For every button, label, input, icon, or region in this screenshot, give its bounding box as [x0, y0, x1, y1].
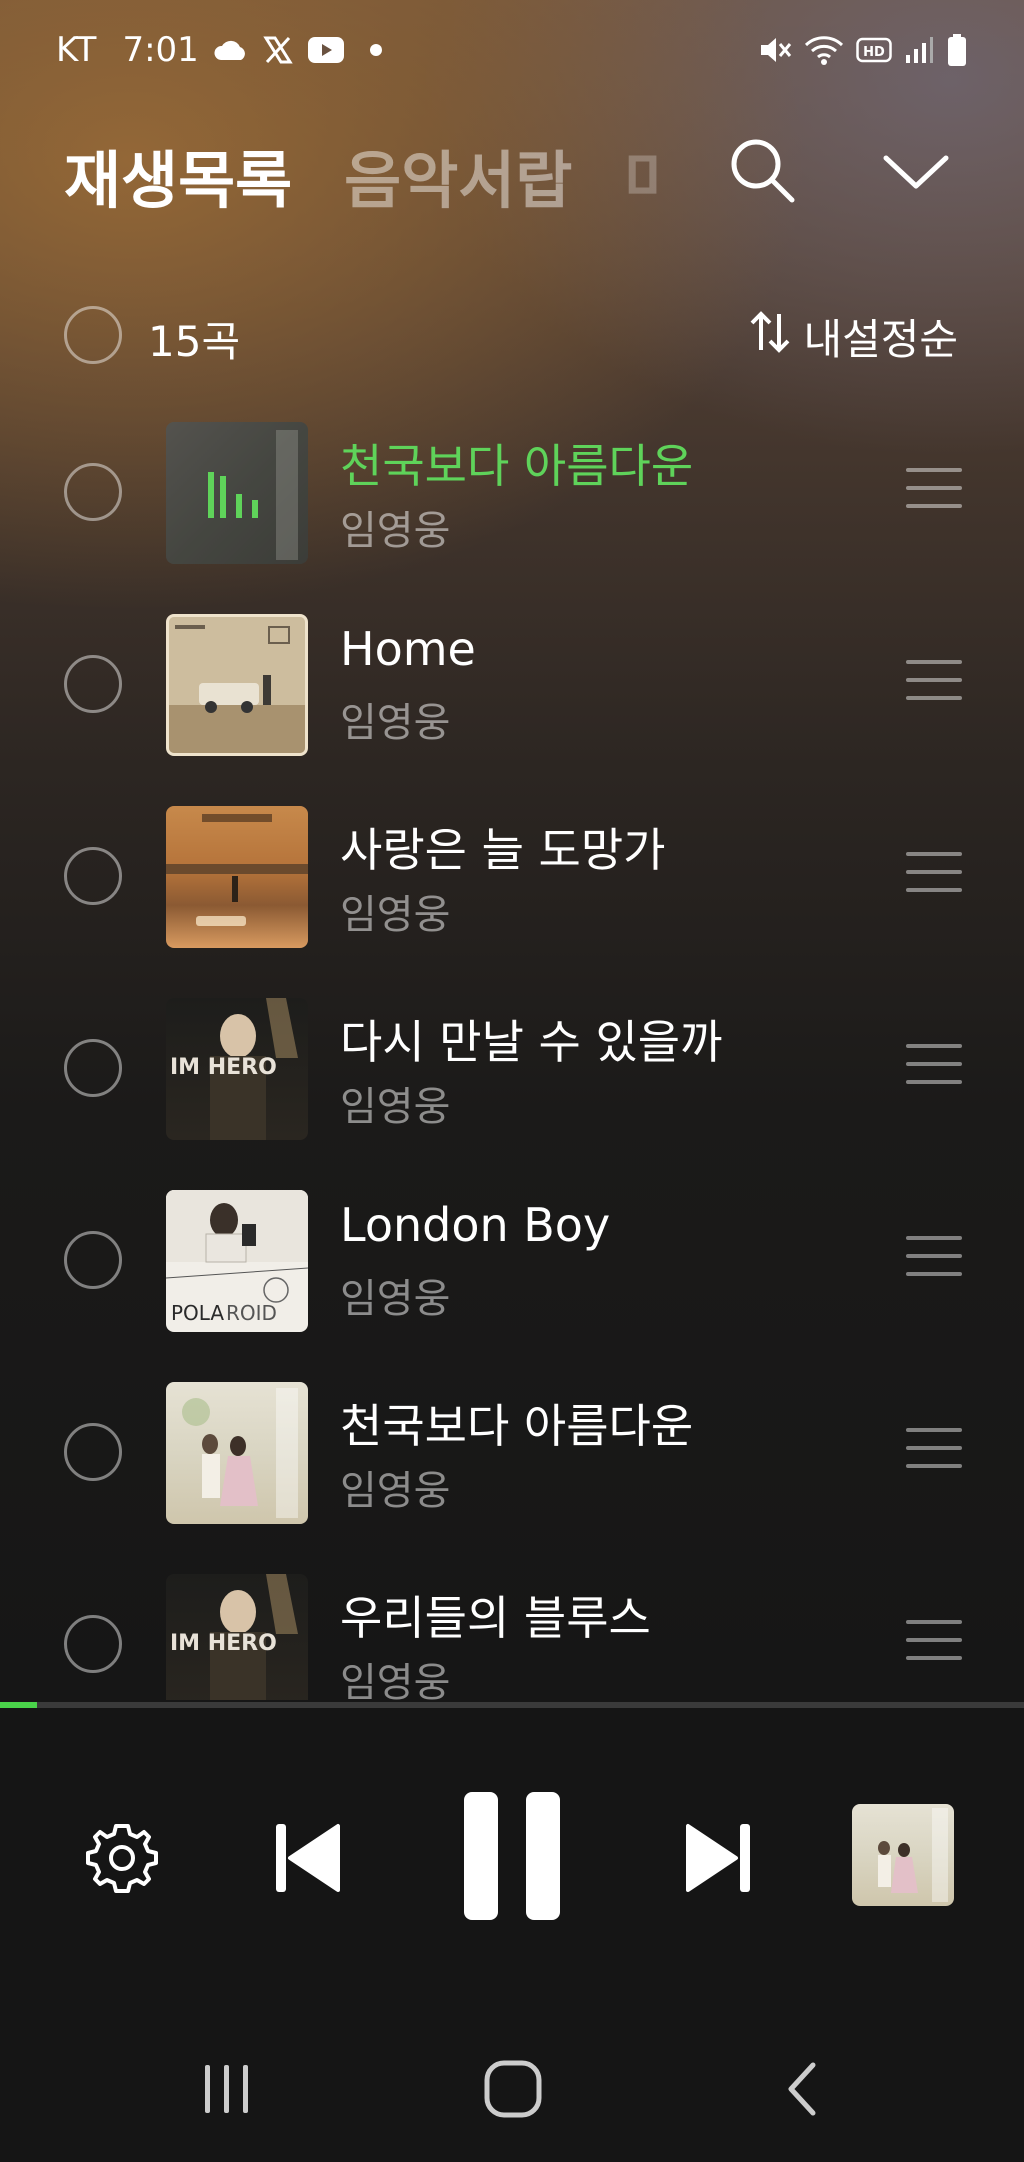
equalizer-bar [252, 500, 258, 518]
drag-handle-icon[interactable] [906, 1428, 962, 1472]
list-item[interactable]: 천국보다 아름다운 임영웅 [0, 402, 1024, 594]
select-checkbox[interactable] [64, 655, 122, 713]
list-item[interactable]: 사랑은 늘 도망가 임영웅 [0, 786, 1024, 978]
status-bar: KT 7:01 HD [0, 0, 1024, 100]
recents-icon[interactable] [187, 2054, 267, 2124]
settings-icon[interactable] [84, 1820, 160, 1896]
cloud-icon [213, 38, 249, 62]
album-art: IM HERO [166, 998, 308, 1140]
album-art [166, 806, 308, 948]
select-checkbox[interactable] [64, 463, 122, 521]
album-text: POLA [171, 1301, 224, 1325]
album-art [166, 1382, 308, 1524]
sort-label: 내설정순 [803, 315, 958, 364]
wifi-icon [804, 34, 844, 66]
next-icon[interactable] [680, 1816, 756, 1900]
album-art: IM HERO [166, 1574, 308, 1700]
song-artist: 임영웅 [340, 892, 451, 938]
song-count: 15곡 [148, 317, 241, 366]
drag-handle-icon[interactable] [906, 468, 962, 512]
equalizer-bar [208, 472, 214, 518]
now-playing-thumbnail[interactable] [852, 1804, 954, 1906]
song-title: 천국보다 아름다운 [340, 1399, 694, 1453]
drag-handle-icon[interactable] [906, 852, 962, 896]
song-title: 다시 만날 수 있을까 [340, 1015, 723, 1069]
list-item[interactable]: IM HERO 우리들의 블루스 임영웅 [0, 1554, 1024, 1700]
youtube-icon [307, 36, 345, 64]
tab-more[interactable]: 마 [624, 130, 664, 220]
equalizer-bar [236, 494, 242, 518]
album-art [166, 422, 308, 564]
search-icon[interactable] [728, 136, 798, 206]
player-controls [0, 1708, 1024, 1998]
tab-music-drawer[interactable]: 음악서랍 [344, 130, 572, 220]
mute-icon [758, 34, 792, 66]
chevron-down-icon[interactable] [880, 142, 952, 202]
drag-handle-icon[interactable] [906, 1620, 962, 1664]
song-artist: 임영웅 [340, 1276, 451, 1322]
select-all-checkbox[interactable] [64, 306, 122, 364]
album-text: IM HERO [170, 1631, 277, 1656]
song-artist: 임영웅 [340, 508, 451, 554]
tab-playlist[interactable]: 재생목록 [64, 130, 292, 220]
list-header: 15곡 내설정순 [0, 292, 1024, 378]
hd-icon: HD [856, 36, 892, 64]
song-artist: 임영웅 [340, 1660, 451, 1700]
song-title: 천국보다 아름다운 [340, 439, 694, 493]
song-title: Home [340, 622, 476, 676]
header-tabs: 재생목록 음악서랍 마 [0, 120, 1024, 230]
song-artist: 임영웅 [340, 1468, 451, 1514]
signal-icon [904, 35, 934, 65]
select-checkbox[interactable] [64, 1039, 122, 1097]
equalizer-bar [220, 476, 226, 518]
drag-handle-icon[interactable] [906, 1236, 962, 1280]
battery-icon [946, 33, 968, 67]
sort-button[interactable]: 내설정순 [749, 306, 958, 367]
select-checkbox[interactable] [64, 1231, 122, 1289]
dot-icon [369, 43, 383, 57]
song-title: London Boy [340, 1198, 611, 1252]
album-art: POLA ROID [166, 1190, 308, 1332]
x-icon [263, 35, 293, 65]
select-checkbox[interactable] [64, 1615, 122, 1673]
time-label: 7:01 [122, 30, 199, 70]
list-item[interactable]: 천국보다 아름다운 임영웅 [0, 1362, 1024, 1554]
list-item[interactable]: IM HERO 다시 만날 수 있을까 임영웅 [0, 978, 1024, 1170]
previous-icon[interactable] [270, 1816, 346, 1900]
home-icon[interactable] [473, 2054, 553, 2124]
album-text: ROID [226, 1301, 277, 1325]
sort-icon [749, 310, 791, 364]
list-item[interactable]: POLA ROID London Boy 임영웅 [0, 1170, 1024, 1362]
album-text: IM HERO [170, 1055, 277, 1080]
select-checkbox[interactable] [64, 1423, 122, 1481]
song-title: 사랑은 늘 도망가 [340, 823, 666, 877]
pause-icon[interactable] [460, 1788, 564, 1924]
back-icon[interactable] [762, 2054, 842, 2124]
svg-text:HD: HD [863, 45, 885, 60]
playlist: 천국보다 아름다운 임영웅 Home 임영웅 사랑은 늘 도망가 임영웅 IM … [0, 402, 1024, 1700]
list-item[interactable]: Home 임영웅 [0, 594, 1024, 786]
drag-handle-icon[interactable] [906, 1044, 962, 1088]
album-art [166, 614, 308, 756]
song-artist: 임영웅 [340, 1084, 451, 1130]
song-artist: 임영웅 [340, 700, 451, 746]
carrier-label: KT [56, 30, 97, 70]
system-nav-bar [0, 2010, 1024, 2162]
select-checkbox[interactable] [64, 847, 122, 905]
song-title: 우리들의 블루스 [340, 1591, 651, 1645]
drag-handle-icon[interactable] [906, 660, 962, 704]
